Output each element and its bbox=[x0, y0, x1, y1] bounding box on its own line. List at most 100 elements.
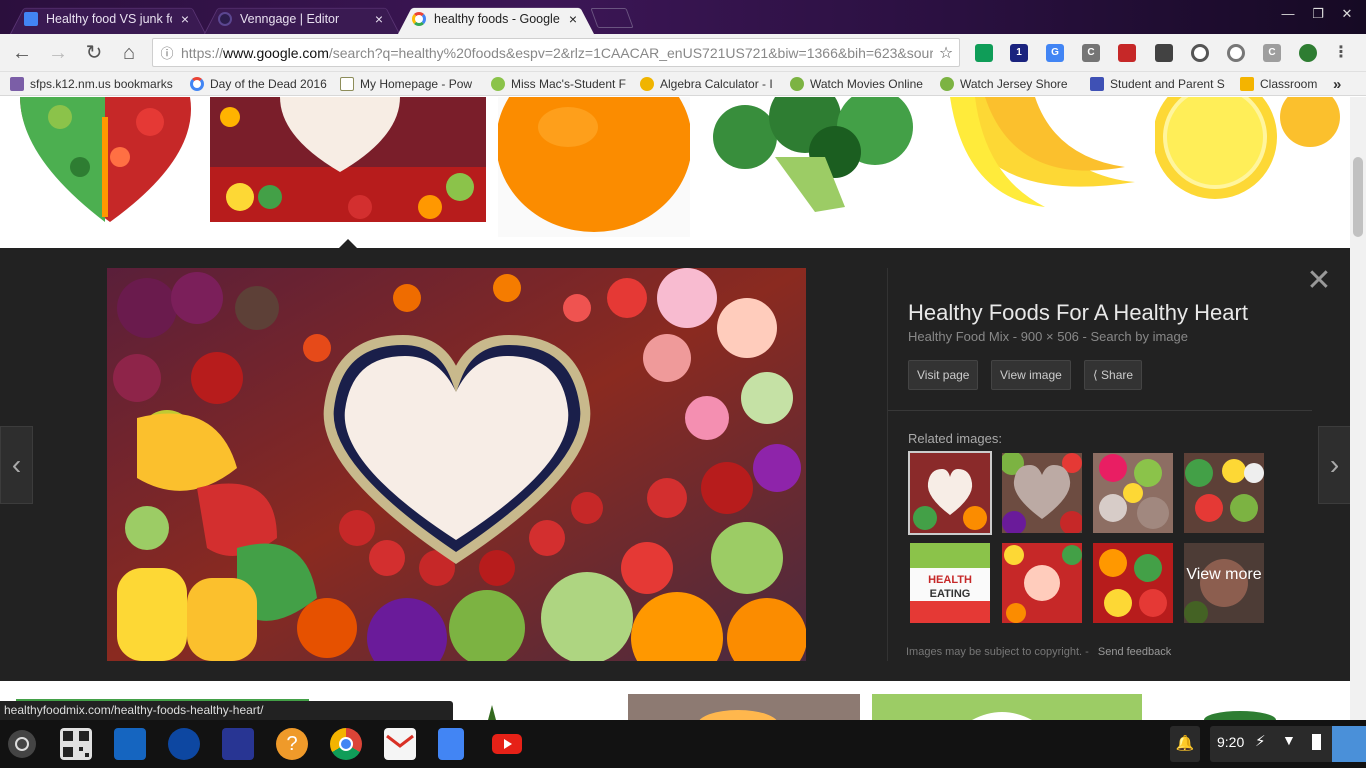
bookmark-star-icon[interactable]: ☆ bbox=[933, 43, 959, 63]
menu-icon[interactable]: ⋮ bbox=[1332, 44, 1350, 62]
homepage-icon bbox=[340, 77, 354, 91]
bookmark-item[interactable]: Watch Jersey Shore bbox=[940, 75, 1074, 93]
close-preview-button[interactable]: ✕ bbox=[1306, 266, 1332, 296]
chrome-icon[interactable] bbox=[330, 728, 362, 760]
related-image-view-more[interactable]: View more bbox=[1184, 543, 1264, 623]
bookmark-label: Classroom bbox=[1260, 77, 1318, 91]
next-image-button[interactable]: › bbox=[1318, 426, 1350, 504]
power-ext-icon[interactable] bbox=[1299, 44, 1317, 62]
image-subtitle[interactable]: Healthy Food Mix - 900 × 506 - Search by… bbox=[908, 329, 1188, 344]
tab-close-icon[interactable]: × bbox=[178, 11, 192, 27]
gmail-graphic bbox=[386, 734, 414, 748]
image-result-broccoli[interactable] bbox=[705, 97, 930, 222]
image-result-lemon[interactable] bbox=[1155, 97, 1350, 222]
send-feedback-link[interactable]: Send feedback bbox=[1098, 646, 1171, 658]
search-results-page: ‹ ✕ Healthy Foods For A Healthy Heart He… bbox=[0, 97, 1350, 720]
youtube-icon[interactable] bbox=[492, 734, 522, 754]
related-image[interactable] bbox=[1093, 453, 1173, 533]
tab-close-icon[interactable]: × bbox=[372, 11, 386, 27]
qr-code-app-icon[interactable] bbox=[60, 728, 92, 760]
previous-image-button[interactable]: ‹ bbox=[0, 426, 33, 504]
address-bar[interactable]: ⓘ https://www.google.com/search?q=health… bbox=[152, 38, 960, 67]
image-result[interactable] bbox=[628, 694, 860, 720]
bookmark-label: Algebra Calculator - I bbox=[660, 77, 773, 91]
bookmarks-overflow-button[interactable]: » bbox=[1333, 75, 1341, 93]
reload-button[interactable]: ↻ bbox=[82, 41, 106, 65]
image-result[interactable] bbox=[1200, 707, 1280, 720]
gmail-icon[interactable] bbox=[384, 728, 416, 760]
image-result-bananas[interactable] bbox=[945, 97, 1140, 222]
pen-tool-icon[interactable] bbox=[1155, 44, 1173, 62]
bookmark-item[interactable]: Miss Mac's-Student F bbox=[491, 75, 631, 93]
share-button[interactable]: ⟨ Share bbox=[1084, 360, 1143, 390]
p-icon bbox=[1090, 77, 1104, 91]
status-bar-url: healthyfoodmix.com/healthy-foods-healthy… bbox=[0, 701, 453, 720]
related-image[interactable] bbox=[1002, 543, 1082, 623]
tab-venngage[interactable]: Venngage | Editor × bbox=[204, 3, 400, 35]
bookmark-item[interactable]: Algebra Calculator - I bbox=[640, 75, 778, 93]
back-button[interactable]: ← bbox=[10, 41, 34, 65]
book-icon[interactable] bbox=[1118, 44, 1136, 62]
related-image[interactable] bbox=[1002, 453, 1082, 533]
image-result-graphic bbox=[699, 710, 777, 720]
related-fruit-heart-image bbox=[910, 453, 990, 533]
bookmark-label: Student and Parent S bbox=[1110, 77, 1225, 91]
image-result-orange[interactable] bbox=[498, 97, 690, 237]
restore-button[interactable]: ❐ bbox=[1308, 6, 1328, 22]
tab-docs[interactable]: Healthy food VS junk fo × bbox=[10, 3, 206, 35]
url-text[interactable]: https://www.google.com/search?q=healthy%… bbox=[181, 45, 933, 61]
extension-c2-icon[interactable]: C bbox=[1263, 44, 1281, 62]
image-title[interactable]: Healthy Foods For A Healthy Heart bbox=[908, 300, 1248, 326]
bookmark-label: My Homepage - Pow bbox=[360, 77, 473, 91]
help-app-icon[interactable]: ? bbox=[276, 728, 308, 760]
discovery-education-icon[interactable] bbox=[114, 728, 146, 760]
no-network-icon: ⚡ bbox=[1255, 733, 1266, 750]
related-woman-produce-image bbox=[1002, 543, 1082, 623]
clock-ext-icon[interactable] bbox=[1227, 44, 1245, 62]
related-image[interactable] bbox=[1093, 543, 1173, 623]
new-tab-button[interactable] bbox=[590, 8, 634, 28]
launcher-button[interactable] bbox=[8, 730, 36, 758]
related-image[interactable] bbox=[1184, 453, 1264, 533]
circle-ext-icon[interactable] bbox=[1191, 44, 1209, 62]
tab-close-icon[interactable]: × bbox=[566, 11, 580, 27]
classroom-ext-icon[interactable] bbox=[975, 44, 993, 62]
page-scrollbar[interactable] bbox=[1350, 97, 1366, 720]
bookmark-item[interactable]: Day of the Dead 2016 bbox=[190, 75, 332, 93]
bananas-image bbox=[945, 97, 1140, 222]
extension-c-icon[interactable]: C bbox=[1082, 44, 1100, 62]
bookmark-item[interactable]: My Homepage - Pow bbox=[340, 75, 478, 93]
orange-image bbox=[498, 97, 690, 237]
image-result[interactable] bbox=[872, 694, 1142, 720]
apple-icon bbox=[491, 77, 505, 91]
dance-app-icon[interactable] bbox=[222, 728, 254, 760]
wifi-icon: ▼ bbox=[1282, 732, 1296, 748]
home-button[interactable]: ⌂ bbox=[117, 41, 141, 65]
onetab-icon[interactable]: 1 bbox=[1010, 44, 1028, 62]
preview-image[interactable] bbox=[107, 268, 806, 661]
bookmark-item[interactable]: Student and Parent S bbox=[1090, 75, 1230, 93]
image-result-fruit-heart-selected[interactable] bbox=[210, 97, 486, 222]
sra-app-icon[interactable] bbox=[168, 728, 200, 760]
image-result-veggie-heart[interactable] bbox=[0, 97, 200, 227]
view-image-button[interactable]: View image bbox=[991, 360, 1071, 390]
bookmark-item[interactable]: Watch Movies Online bbox=[790, 75, 928, 93]
bookmark-folder[interactable]: sfps.k12.nm.us bookmarks bbox=[10, 75, 180, 93]
google-translate-icon[interactable]: G bbox=[1046, 44, 1064, 62]
info-icon[interactable]: ⓘ bbox=[153, 43, 181, 62]
minimize-button[interactable]: — bbox=[1278, 6, 1298, 21]
bookmark-label: Miss Mac's-Student F bbox=[511, 77, 626, 91]
bookmark-item[interactable]: Classroom bbox=[1240, 75, 1324, 93]
tab-title: healthy foods - Google bbox=[434, 11, 560, 26]
avatar[interactable] bbox=[1332, 726, 1366, 762]
scrollbar-thumb[interactable] bbox=[1353, 157, 1363, 237]
tab-google[interactable]: healthy foods - Google × bbox=[398, 3, 594, 35]
related-image[interactable] bbox=[908, 451, 992, 535]
related-image[interactable]: HEALTH EATING bbox=[910, 543, 990, 623]
google-docs-icon[interactable] bbox=[438, 728, 464, 760]
forward-button[interactable]: → bbox=[46, 41, 70, 65]
image-result[interactable] bbox=[470, 703, 560, 720]
close-window-button[interactable]: ✕ bbox=[1337, 6, 1357, 22]
visit-page-button[interactable]: Visit page bbox=[908, 360, 979, 390]
notifications-icon[interactable]: 🔔 bbox=[1170, 726, 1200, 762]
